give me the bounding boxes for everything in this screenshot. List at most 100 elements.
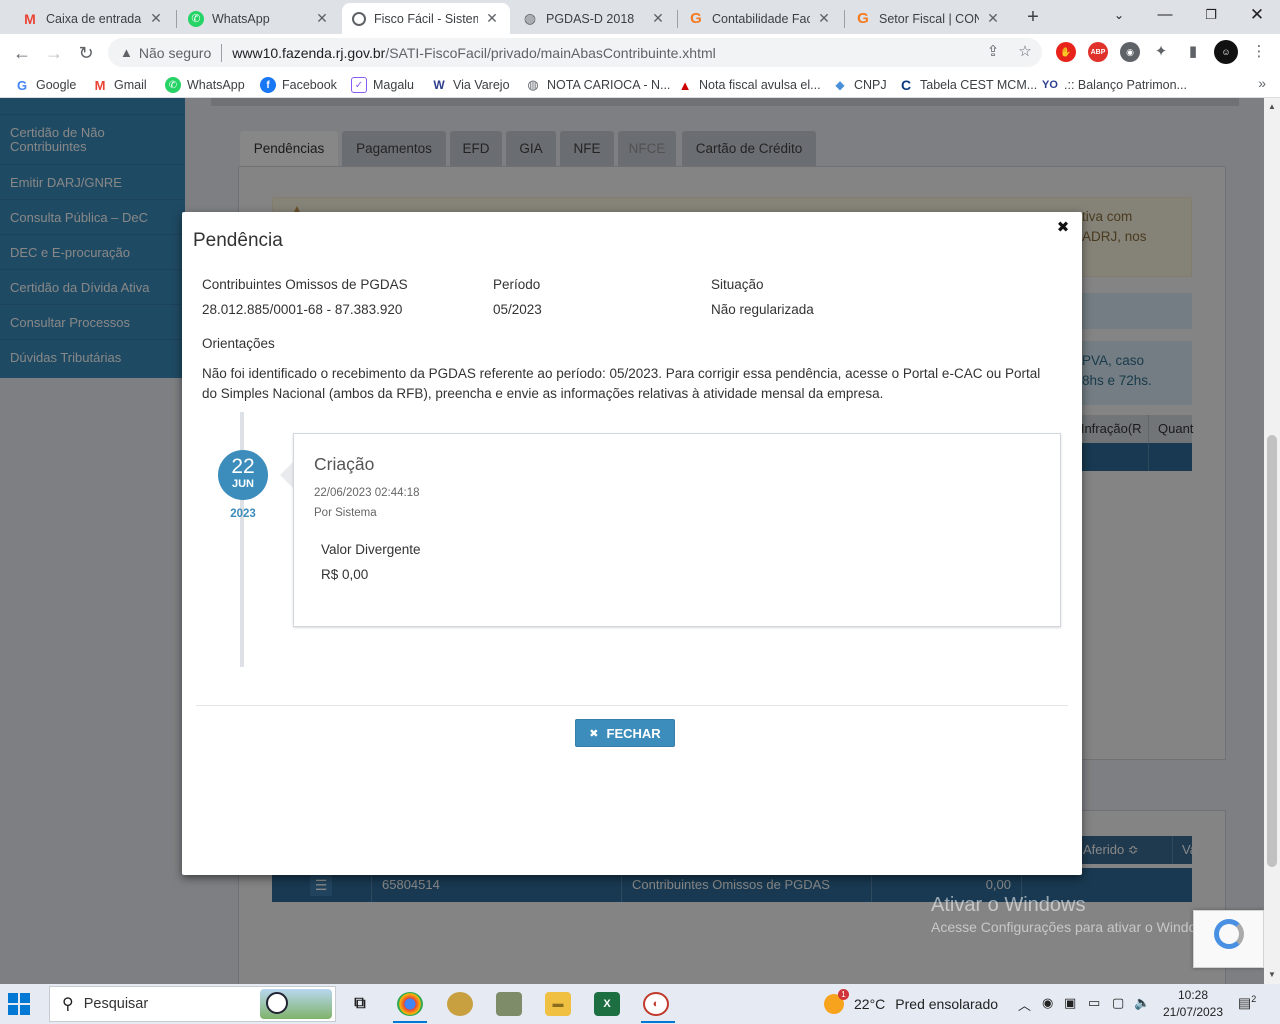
- tray-app-icon[interactable]: ◉: [1042, 995, 1053, 1011]
- gmail-icon: M: [24, 10, 36, 27]
- back-button[interactable]: ←: [10, 41, 34, 65]
- tray-usb-icon[interactable]: ▭: [1088, 995, 1100, 1011]
- bookmark-label: Google: [36, 78, 77, 92]
- redhat-icon: ▲: [678, 77, 692, 93]
- chrome-icon[interactable]: [397, 992, 423, 1016]
- browser-toolbar: ← → ↻ ▲ Não seguro www10.fazenda.rj.gov.…: [0, 34, 1280, 71]
- share-icon[interactable]: ⇪: [982, 41, 1004, 63]
- event-datetime: 22/06/2023 02:44:18: [314, 487, 420, 499]
- bookmark-star-icon[interactable]: ☆: [1014, 41, 1036, 63]
- bookmark-label: Tabela CEST MCM...: [920, 78, 1038, 92]
- scroll-up-icon[interactable]: ▲: [1267, 102, 1277, 111]
- timeline-year: 2023: [230, 508, 256, 520]
- bookmark-via-varejo[interactable]: W Via Varejo: [431, 75, 510, 95]
- tab-pgdas[interactable]: ◍ PGDAS-D 2018 ✕: [512, 3, 676, 34]
- warning-icon[interactable]: ▲: [120, 45, 133, 60]
- coins-app-icon[interactable]: [447, 992, 473, 1016]
- tabela-cest-icon: C: [900, 77, 912, 93]
- event-author: Por Sistema: [314, 507, 377, 519]
- bookmark-label: Facebook: [282, 78, 337, 92]
- timeline-month: JUN: [231, 478, 254, 490]
- bookmark-magalu[interactable]: ✓ Magalu: [351, 75, 414, 95]
- tab-search-button[interactable]: ⌄: [1096, 0, 1142, 30]
- extension-chat-icon[interactable]: ◉: [1120, 42, 1140, 62]
- address-bar[interactable]: ▲ Não seguro www10.fazenda.rj.gov.br /SA…: [108, 38, 1042, 67]
- guidance-text: Não foi identificado o recebimento da PG…: [202, 366, 1041, 401]
- bookmark-cnpj[interactable]: ◆ CNPJ: [832, 75, 886, 95]
- scroll-down-icon[interactable]: ▼: [1267, 970, 1277, 979]
- divergent-value: R$ 0,00: [321, 567, 369, 582]
- excel-icon[interactable]: X: [594, 992, 620, 1016]
- bookmark-label: Via Varejo: [453, 78, 510, 92]
- page-scrollbar[interactable]: ▲ ▼: [1264, 98, 1280, 984]
- tray-security-icon[interactable]: ▣: [1064, 995, 1076, 1011]
- windows-activation-title: Ativar o Windows: [931, 894, 1086, 916]
- recaptcha-badge[interactable]: [1193, 910, 1264, 968]
- chevron-up-icon[interactable]: ︿: [1018, 995, 1031, 1014]
- close-tab-icon[interactable]: ✕: [148, 10, 164, 27]
- notifications-icon[interactable]: ▤2: [1238, 994, 1256, 1012]
- tab-whatsapp[interactable]: ✆ WhatsApp ✕: [178, 3, 340, 34]
- clock-time: 10:28: [1177, 988, 1209, 1002]
- adblock-icon[interactable]: ABP: [1088, 42, 1108, 62]
- volume-muted-icon[interactable]: 🔈: [1134, 995, 1150, 1011]
- tab-contabilidade[interactable]: G Contabilidade Facil ✕: [678, 3, 842, 34]
- restore-button[interactable]: ❐: [1188, 0, 1234, 30]
- bookmark-whatsapp[interactable]: ✆ WhatsApp: [165, 75, 245, 95]
- tab-gmail[interactable]: M Caixa de entrada (4 ✕: [12, 3, 174, 34]
- file-explorer-icon[interactable]: ▬: [545, 992, 571, 1016]
- close-icon[interactable]: ✖: [1055, 218, 1071, 238]
- reload-button[interactable]: ↻: [74, 41, 98, 65]
- tab-label: Fisco Fácil - Sistema: [374, 11, 478, 26]
- taskbar-search[interactable]: ⚲ Pesquisar: [49, 986, 336, 1022]
- network-icon[interactable]: ▢: [1112, 995, 1124, 1011]
- bookmark-facebook[interactable]: f Facebook: [260, 75, 337, 95]
- side-panel-icon[interactable]: ▮: [1182, 41, 1204, 63]
- windows-activation-subtitle: Acesse Configurações para ativar o Windo…: [931, 919, 1218, 935]
- taskbar-clock[interactable]: 10:28 21/07/2023: [1158, 987, 1228, 1021]
- minimize-button[interactable]: —: [1142, 0, 1188, 30]
- globe-icon: ◍: [527, 77, 539, 92]
- bookmark-tabela-cest[interactable]: C Tabela CEST MCM...: [898, 75, 1037, 95]
- notification-count: 2: [1251, 994, 1257, 1004]
- contabilidade-icon: G: [857, 10, 869, 27]
- extensions-puzzle-icon[interactable]: ✦: [1150, 41, 1172, 63]
- bookmark-gmail[interactable]: M Gmail: [92, 75, 147, 95]
- timeline-day: 22: [231, 455, 255, 478]
- bookmarks-bar: G Google M Gmail ✆ WhatsApp f Facebook ✓…: [0, 71, 1280, 98]
- taskbar-search-placeholder: Pesquisar: [83, 996, 149, 1012]
- menu-kebab-icon[interactable]: ⋮: [1248, 41, 1270, 63]
- tab-fisco-facil[interactable]: Fisco Fácil - Sistema ✕: [342, 3, 510, 34]
- close-window-button[interactable]: ✕: [1234, 0, 1280, 30]
- bookmark-balanco[interactable]: YO .:: Balanço Patrimon...: [1042, 75, 1187, 95]
- forward-button[interactable]: →: [42, 41, 66, 65]
- bookmark-nota-carioca[interactable]: ◍ NOTA CARIOCA - N...: [525, 75, 670, 95]
- period-value: 05/2023: [493, 302, 542, 317]
- facebook-icon: f: [260, 77, 276, 93]
- close-tab-icon[interactable]: ✕: [650, 10, 666, 27]
- task-view-icon[interactable]: ⧉: [347, 992, 373, 1016]
- tab-setor-fiscal[interactable]: G Setor Fiscal | CONT ✕: [845, 3, 1011, 34]
- receita-app-icon[interactable]: [496, 992, 522, 1016]
- tab-label: Setor Fiscal | CONT: [879, 11, 979, 26]
- extension-hand-icon[interactable]: ✋: [1056, 42, 1076, 62]
- timeline-date-badge: 22 JUN: [218, 450, 268, 500]
- scrollbar-thumb[interactable]: [1267, 435, 1277, 867]
- windows-start-icon[interactable]: [8, 993, 30, 1015]
- close-tab-icon[interactable]: ✕: [484, 10, 500, 27]
- avatar[interactable]: ☺: [1214, 40, 1238, 64]
- close-tab-icon[interactable]: ✕: [816, 10, 832, 27]
- close-tab-icon[interactable]: ✕: [314, 10, 330, 27]
- remote-app-icon[interactable]: ◐: [643, 992, 669, 1016]
- weather-widget[interactable]: 1 22°C Pred ensolarado: [824, 989, 998, 1014]
- new-tab-button[interactable]: +: [1022, 6, 1044, 28]
- pendencia-modal: Pendência ✖ Contribuintes Omissos de PGD…: [182, 212, 1082, 875]
- close-tab-icon[interactable]: ✕: [985, 10, 1001, 27]
- bookmarks-overflow-icon[interactable]: »: [1258, 75, 1266, 91]
- whatsapp-icon: ✆: [188, 10, 204, 27]
- bookmark-google[interactable]: G Google: [14, 75, 76, 95]
- search-icon: ⚲: [62, 996, 74, 1013]
- close-button[interactable]: ✖ FECHAR: [575, 719, 675, 747]
- timeline-card: Criação 22/06/2023 02:44:18 Por Sistema …: [293, 433, 1061, 627]
- bookmark-nota-avulsa[interactable]: ▲ Nota fiscal avulsa el...: [677, 75, 821, 95]
